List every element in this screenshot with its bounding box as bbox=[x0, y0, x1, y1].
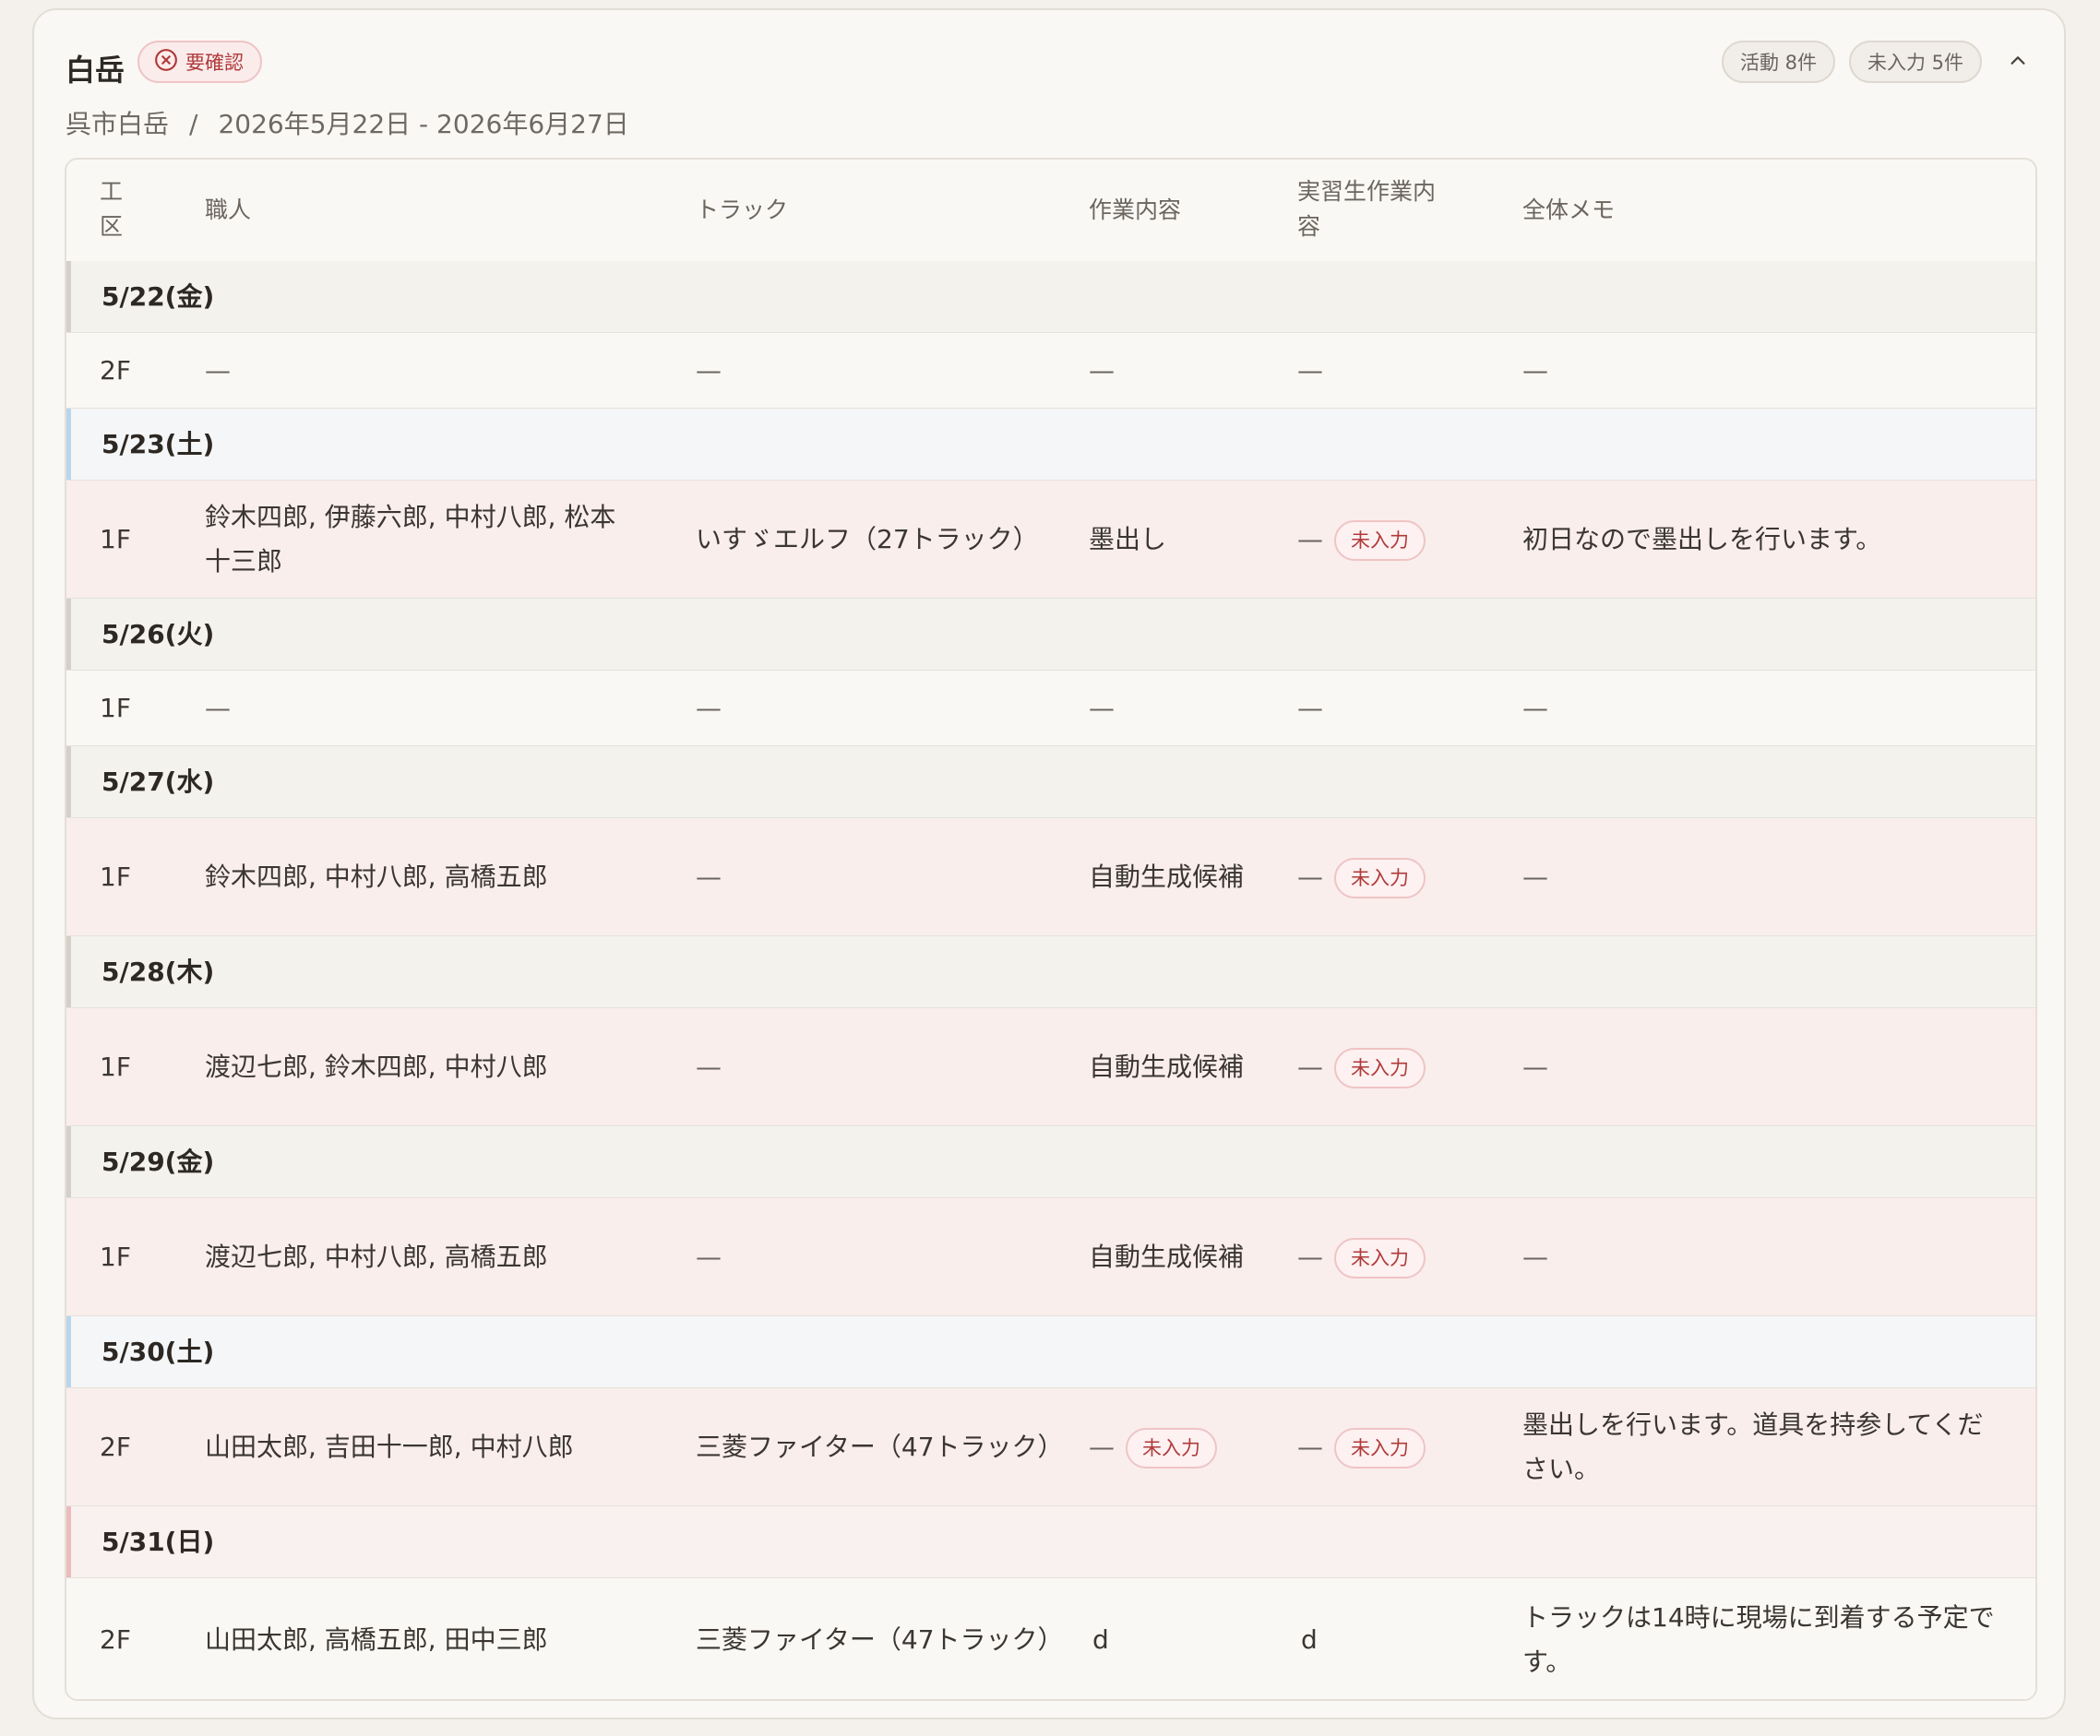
cell-worker: — bbox=[205, 692, 231, 723]
table-row[interactable]: 1F 鈴木四郎, 中村八郎, 高橋五郎 — 自動生成候補 — 未入力 — bbox=[66, 818, 2035, 936]
cell-area: 1F bbox=[100, 692, 131, 723]
date-group-header: 5/29(金) bbox=[66, 1126, 2035, 1198]
cell-work: — bbox=[1089, 354, 1115, 386]
date-group-header: 5/30(土) bbox=[66, 1316, 2035, 1388]
group-date: 5/29(金) bbox=[101, 1147, 215, 1177]
activity-count-pill: 活動 8件 bbox=[1722, 41, 1836, 83]
cell-trainee: — bbox=[1297, 692, 1323, 723]
site-title: 白岳 bbox=[66, 53, 125, 88]
missing-count-pill: 未入力 5件 bbox=[1849, 41, 1983, 83]
header-worker: 職人 bbox=[205, 196, 252, 223]
cell-memo: トラックは14時に現場に到着する予定です。 bbox=[1522, 1601, 1995, 1677]
cell-truck: 三菱ファイター（47トラック） bbox=[696, 1431, 1064, 1462]
cell-work: 墨出し bbox=[1089, 523, 1167, 554]
cell-truck: — bbox=[696, 1241, 722, 1272]
cell-trainee: d bbox=[1301, 1623, 1318, 1655]
cell-memo: 初日なので墨出しを行います。 bbox=[1522, 523, 1882, 554]
cell-work: — bbox=[1089, 692, 1115, 723]
table-row[interactable]: 2F 山田太郎, 高橋五郎, 田中三郎 三菱ファイター（47トラック） d d … bbox=[66, 1578, 2035, 1699]
cell-memo: — bbox=[1522, 1241, 1548, 1272]
missing-tag: 未入力 bbox=[1334, 519, 1426, 561]
missing-tag: 未入力 bbox=[1334, 1427, 1426, 1468]
subtitle-separator: / bbox=[189, 109, 198, 139]
cell-memo: — bbox=[1522, 1051, 1548, 1082]
table-row[interactable]: 1F 鈴木四郎, 伊藤六郎, 中村八郎, 松本十三郎 いすゞエルフ（27トラック… bbox=[66, 481, 2035, 599]
cell-area: 1F bbox=[100, 523, 131, 554]
cell-truck: いすゞエルフ（27トラック） bbox=[696, 523, 1039, 554]
x-circle-icon bbox=[154, 48, 178, 77]
header-memo: 全体メモ bbox=[1522, 196, 1616, 223]
group-date: 5/23(土) bbox=[101, 429, 215, 459]
cell-work: 自動生成候補 bbox=[1089, 1051, 1245, 1082]
cell-worker: 鈴木四郎, 中村八郎, 高橋五郎 bbox=[205, 861, 548, 892]
table-row[interactable]: 1F 渡辺七郎, 鈴木四郎, 中村八郎 — 自動生成候補 — 未入力 — bbox=[66, 1008, 2035, 1126]
cell-worker: 鈴木四郎, 伊藤六郎, 中村八郎, 松本十三郎 bbox=[205, 501, 616, 577]
cell-trainee: — 未入力 bbox=[1297, 1425, 1500, 1469]
cell-area: 1F bbox=[100, 861, 131, 892]
cell-trainee: — 未入力 bbox=[1297, 855, 1500, 899]
status-badge: 要確認 bbox=[137, 41, 262, 83]
cell-work: — 未入力 bbox=[1089, 1425, 1283, 1469]
cell-trainee: — 未入力 bbox=[1297, 1235, 1500, 1279]
date-group-header: 5/22(金) bbox=[66, 261, 2035, 333]
cell-truck: — bbox=[696, 692, 722, 723]
date-group-header: 5/31(日) bbox=[66, 1506, 2035, 1578]
cell-truck: — bbox=[696, 861, 722, 892]
cell-work: 自動生成候補 bbox=[1089, 861, 1245, 892]
cell-work: 自動生成候補 bbox=[1089, 1241, 1245, 1272]
cell-area: 2F bbox=[100, 1431, 131, 1462]
chevron-up-icon bbox=[2011, 56, 2025, 65]
cell-area: 1F bbox=[100, 1241, 131, 1272]
collapse-button[interactable] bbox=[2004, 47, 2032, 75]
missing-tag: 未入力 bbox=[1126, 1427, 1217, 1468]
site-location: 呉市白岳 bbox=[66, 109, 170, 139]
group-date: 5/27(水) bbox=[101, 767, 215, 797]
table-row[interactable]: 1F 渡辺七郎, 中村八郎, 高橋五郎 — 自動生成候補 — 未入力 — bbox=[66, 1198, 2035, 1316]
site-card: 白岳 要確認 呉市白岳 / 2026年5月22日 - 2026年6月27日 活動 8… bbox=[32, 8, 2066, 1719]
cell-truck: — bbox=[696, 354, 722, 386]
cell-trainee: — 未入力 bbox=[1297, 517, 1500, 562]
cell-worker: — bbox=[205, 354, 231, 386]
cell-area: 2F bbox=[100, 354, 131, 386]
cell-area: 1F bbox=[100, 1051, 131, 1082]
cell-trainee: — 未入力 bbox=[1297, 1045, 1500, 1089]
date-range: 2026年5月22日 - 2026年6月27日 bbox=[218, 109, 629, 139]
header-trainee: 実習生作業内容 bbox=[1297, 178, 1437, 240]
schedule-table: 工区 職人 トラック 作業内容 実習生作業内容 全体メモ 5/22(金) 2F … bbox=[65, 158, 2037, 1701]
header-truck: トラック bbox=[696, 196, 789, 223]
cell-worker: 渡辺七郎, 鈴木四郎, 中村八郎 bbox=[205, 1051, 548, 1082]
cell-trainee: — bbox=[1297, 354, 1323, 386]
cell-worker: 山田太郎, 吉田十一郎, 中村八郎 bbox=[205, 1431, 574, 1462]
cell-area: 2F bbox=[100, 1623, 131, 1655]
missing-tag: 未入力 bbox=[1334, 857, 1426, 898]
group-date: 5/31(日) bbox=[101, 1527, 215, 1557]
date-group-header: 5/23(土) bbox=[66, 409, 2035, 481]
cell-truck: — bbox=[696, 1051, 722, 1082]
cell-memo: — bbox=[1522, 354, 1548, 386]
table-row[interactable]: 2F 山田太郎, 吉田十一郎, 中村八郎 三菱ファイター（47トラック） — 未入… bbox=[66, 1388, 2035, 1506]
cell-memo: — bbox=[1522, 692, 1548, 723]
missing-tag: 未入力 bbox=[1334, 1237, 1426, 1278]
table-row[interactable]: 2F — — — — — bbox=[66, 333, 2035, 409]
group-date: 5/22(金) bbox=[101, 281, 215, 312]
header-area: 工区 bbox=[100, 178, 124, 240]
date-group-header: 5/28(木) bbox=[66, 936, 2035, 1008]
cell-worker: 山田太郎, 高橋五郎, 田中三郎 bbox=[205, 1623, 548, 1655]
header-work: 作業内容 bbox=[1089, 196, 1182, 223]
date-group-header: 5/26(火) bbox=[66, 599, 2035, 671]
date-group-header: 5/27(水) bbox=[66, 746, 2035, 818]
table-header: 工区 職人 トラック 作業内容 実習生作業内容 全体メモ bbox=[66, 160, 2035, 263]
cell-truck: 三菱ファイター（47トラック） bbox=[696, 1623, 1064, 1655]
cell-memo: — bbox=[1522, 861, 1548, 892]
table-row[interactable]: 1F — — — — — bbox=[66, 671, 2035, 746]
missing-tag: 未入力 bbox=[1334, 1047, 1426, 1088]
group-date: 5/26(火) bbox=[101, 619, 215, 649]
group-date: 5/30(土) bbox=[101, 1337, 215, 1367]
group-date: 5/28(木) bbox=[101, 957, 215, 987]
cell-worker: 渡辺七郎, 中村八郎, 高橋五郎 bbox=[205, 1241, 548, 1272]
status-badge-label: 要確認 bbox=[185, 52, 244, 74]
cell-work: d bbox=[1092, 1623, 1109, 1655]
cell-memo: 墨出しを行います。道具を持参してください。 bbox=[1522, 1409, 1984, 1484]
site-subtitle: 呉市白岳 / 2026年5月22日 - 2026年6月27日 bbox=[66, 104, 629, 141]
